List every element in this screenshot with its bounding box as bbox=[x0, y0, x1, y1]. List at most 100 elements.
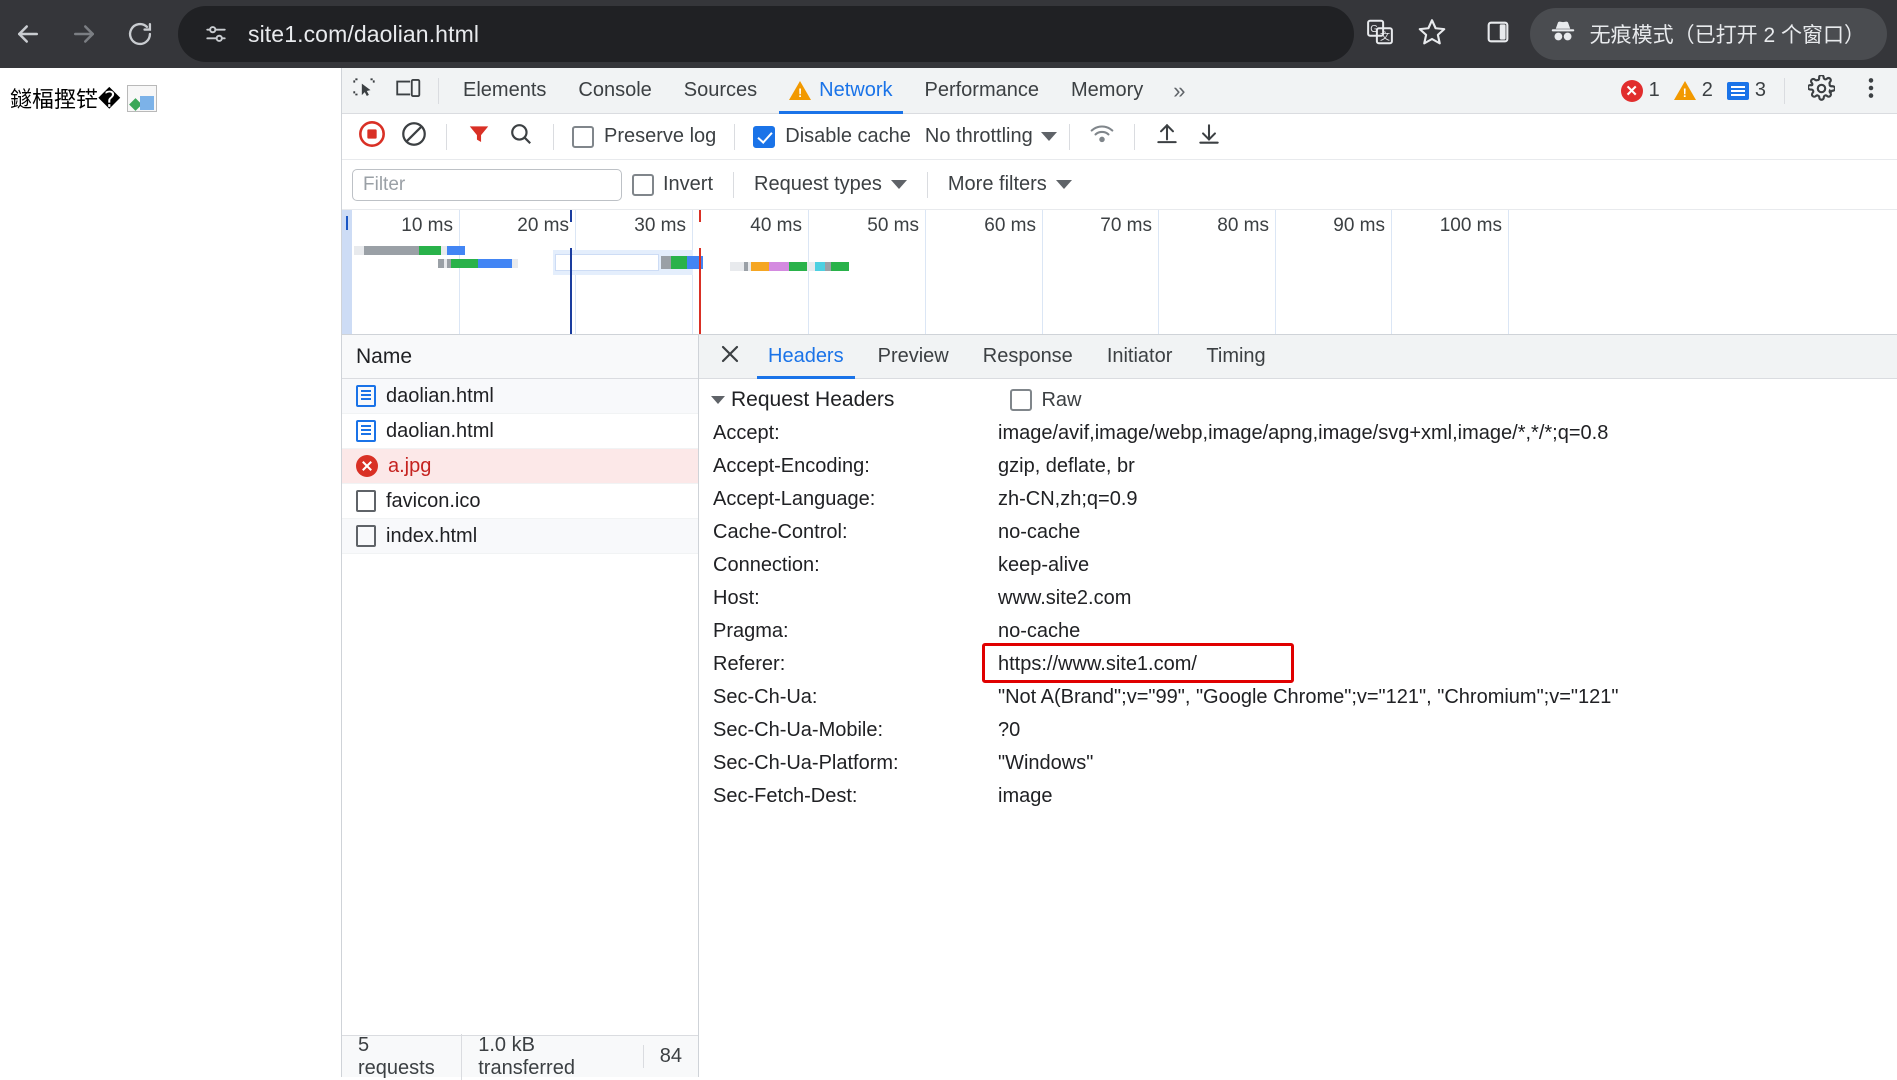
tab-timing[interactable]: Timing bbox=[1189, 335, 1282, 379]
throttling-select[interactable]: No throttling bbox=[919, 125, 1039, 148]
back-button[interactable] bbox=[0, 6, 56, 62]
network-conditions-icon bbox=[1088, 121, 1116, 152]
overview-left-handle[interactable] bbox=[342, 210, 352, 334]
table-row[interactable]: daolian.html bbox=[342, 414, 698, 449]
reload-button[interactable] bbox=[112, 6, 168, 62]
overview-tick-label: 80 ms bbox=[1217, 215, 1269, 236]
header-value[interactable]: "Not A(Brand";v="99", "Google Chrome";v=… bbox=[998, 681, 1758, 714]
header-value[interactable]: gzip, deflate, br bbox=[998, 450, 1897, 483]
overview-tick-label: 50 ms bbox=[867, 215, 919, 236]
table-row[interactable]: daolian.html bbox=[342, 379, 698, 414]
overview-tick-label: 30 ms bbox=[634, 215, 686, 236]
tab-elements[interactable]: Elements bbox=[447, 68, 562, 114]
download-har-icon bbox=[1196, 121, 1222, 152]
translate-button[interactable]: G 文 bbox=[1354, 8, 1406, 60]
tab-label: Preview bbox=[877, 345, 949, 367]
filter-divider-2 bbox=[926, 171, 928, 198]
devtools-menu-button[interactable] bbox=[1849, 71, 1893, 111]
info-counter[interactable]: 3 bbox=[1723, 79, 1770, 102]
export-har-button[interactable] bbox=[1189, 117, 1229, 157]
table-row[interactable]: index.html bbox=[342, 519, 698, 554]
header-name: Accept-Language: bbox=[713, 488, 876, 510]
header-value[interactable]: keep-alive bbox=[998, 549, 1897, 582]
error-icon: ✕ bbox=[1620, 79, 1643, 102]
devtools-panel: Elements Console Sources Network Perform… bbox=[341, 68, 1897, 1080]
incognito-indicator[interactable]: 无痕模式（已打开 2 个窗口） bbox=[1529, 8, 1887, 60]
network-conditions-button[interactable] bbox=[1082, 117, 1122, 157]
warning-triangle-icon bbox=[789, 81, 812, 100]
more-tabs-button[interactable]: » bbox=[1159, 78, 1197, 104]
invert-checkbox[interactable]: Invert bbox=[622, 173, 723, 196]
header-name: Sec-Ch-Ua-Platform: bbox=[713, 752, 899, 774]
record-stop-icon bbox=[358, 120, 386, 153]
tab-network[interactable]: Network bbox=[773, 68, 908, 114]
tab-label: Sources bbox=[683, 79, 758, 101]
search-button[interactable] bbox=[501, 117, 541, 157]
site-settings-icon[interactable] bbox=[196, 14, 236, 54]
tab-label: Memory bbox=[1071, 79, 1144, 101]
filter-row: Invert Request types More filters bbox=[342, 160, 1897, 210]
tab-label: Headers bbox=[768, 345, 844, 367]
more-filters-dropdown[interactable]: More filters bbox=[938, 173, 1082, 196]
header-value[interactable]: image/avif,image/webp,image/apng,image/s… bbox=[998, 417, 1897, 450]
header-value[interactable]: zh-CN,zh;q=0.9 bbox=[998, 483, 1897, 516]
close-icon bbox=[718, 342, 742, 371]
message-icon bbox=[1726, 81, 1749, 100]
settings-button[interactable] bbox=[1799, 71, 1843, 111]
clear-button[interactable] bbox=[394, 117, 434, 157]
side-panel-button[interactable] bbox=[1472, 8, 1524, 60]
tab-memory[interactable]: Memory bbox=[1055, 68, 1159, 114]
header-value[interactable]: no-cache bbox=[998, 516, 1897, 549]
error-icon bbox=[356, 455, 378, 477]
tab-console[interactable]: Console bbox=[562, 68, 667, 114]
checkbox-box bbox=[753, 125, 776, 148]
close-detail-button[interactable] bbox=[709, 336, 751, 378]
issue-counters: ✕ 1 2 3 bbox=[1617, 71, 1897, 111]
header-value[interactable]: image bbox=[998, 780, 1897, 813]
table-row[interactable]: favicon.ico bbox=[342, 484, 698, 519]
tab-preview[interactable]: Preview bbox=[861, 335, 966, 379]
filter-button[interactable] bbox=[459, 117, 499, 157]
toolbar-divider-5 bbox=[1133, 123, 1135, 150]
request-types-label: Request types bbox=[754, 173, 882, 195]
chevron-down-icon bbox=[711, 396, 725, 404]
forward-button[interactable] bbox=[56, 6, 112, 62]
filter-input[interactable] bbox=[352, 168, 622, 201]
overview-waterfall-bar bbox=[730, 262, 849, 271]
tab-sources[interactable]: Sources bbox=[668, 68, 773, 114]
network-status-bar: 5 requests 1.0 kB transferred 84 bbox=[342, 1033, 698, 1080]
disable-cache-checkbox[interactable]: Disable cache bbox=[747, 125, 917, 148]
network-overview-timeline[interactable]: 10 ms 20 ms 30 ms 40 ms 50 ms 60 ms 70 m… bbox=[342, 210, 1897, 335]
tab-response[interactable]: Response bbox=[966, 335, 1090, 379]
bookmark-button[interactable] bbox=[1406, 8, 1458, 60]
request-headers-section[interactable]: Request Headers Raw bbox=[699, 383, 1897, 417]
toolbar-divider bbox=[446, 123, 447, 150]
tab-initiator[interactable]: Initiator bbox=[1090, 335, 1190, 379]
chevron-down-icon[interactable] bbox=[1040, 132, 1057, 141]
warning-counter[interactable]: 2 bbox=[1670, 79, 1717, 102]
tab-performance[interactable]: Performance bbox=[909, 68, 1056, 114]
header-value[interactable]: ?0 bbox=[998, 714, 1897, 747]
raw-toggle[interactable]: Raw bbox=[1010, 389, 1081, 412]
info-count: 3 bbox=[1754, 79, 1766, 101]
star-icon bbox=[1417, 17, 1447, 52]
request-detail-pane: Headers Preview Response Initiator Timin… bbox=[699, 335, 1897, 1077]
tab-headers[interactable]: Headers bbox=[751, 335, 861, 379]
import-har-button[interactable] bbox=[1147, 117, 1187, 157]
request-list-header[interactable]: Name bbox=[342, 335, 698, 379]
address-bar[interactable]: site1.com/daolian.html bbox=[178, 6, 1354, 62]
header-value[interactable]: "Windows" bbox=[998, 747, 1897, 780]
checkbox-box bbox=[1010, 389, 1033, 411]
device-toolbar-button[interactable] bbox=[386, 71, 430, 111]
record-button[interactable] bbox=[352, 117, 392, 157]
table-row[interactable]: a.jpg bbox=[342, 449, 698, 484]
clear-icon bbox=[400, 120, 428, 153]
preserve-log-checkbox[interactable]: Preserve log bbox=[566, 125, 722, 148]
dom-content-loaded-marker bbox=[570, 248, 572, 334]
error-counter[interactable]: ✕ 1 bbox=[1617, 79, 1664, 102]
inspect-element-button[interactable] bbox=[342, 71, 386, 111]
request-types-dropdown[interactable]: Request types bbox=[744, 173, 917, 196]
forward-arrow-icon bbox=[69, 19, 99, 49]
section-title: Request Headers bbox=[731, 388, 895, 411]
header-value[interactable]: www.site2.com bbox=[998, 582, 1897, 615]
